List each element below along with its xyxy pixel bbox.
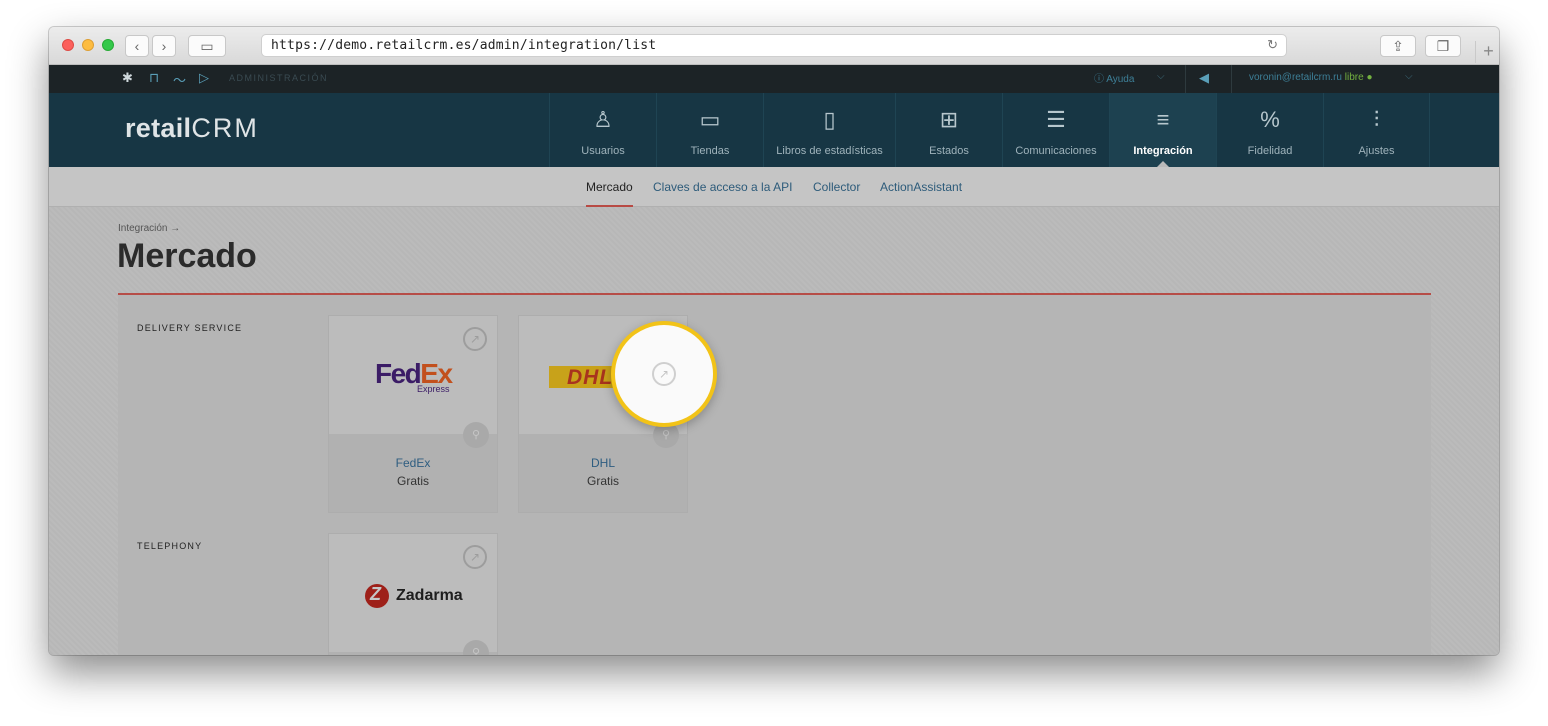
zadarma-logo: Zadarma xyxy=(396,587,463,604)
nav-item-estados[interactable]: ⊞ Estados xyxy=(895,93,1002,167)
fedex-logo-fed: Fed xyxy=(375,358,422,389)
play-icon[interactable]: ▷ xyxy=(199,70,209,86)
plan-label: libre xyxy=(1344,72,1364,83)
subnav-tab-collector[interactable]: Collector xyxy=(813,180,860,194)
close-window-button[interactable] xyxy=(62,39,74,51)
card-name[interactable]: DHL xyxy=(519,456,687,470)
integration-icon: ≡ xyxy=(1156,107,1170,132)
chevron-down-icon[interactable]: ⌵ xyxy=(1405,71,1413,82)
url-text: https://demo.retailcrm.es/admin/integrat… xyxy=(271,38,657,53)
nav-item-label: Tiendas xyxy=(690,145,730,157)
nav-item-usuarios[interactable]: ♙ Usuarios xyxy=(549,93,656,167)
main-nav: retailCRM ♙ Usuarios ▭ Tiendas ▯ Libros … xyxy=(49,93,1499,167)
zadarma-logo-icon: Z xyxy=(370,584,381,604)
dhl-logo: DHL xyxy=(567,366,614,389)
help-link[interactable]: ⓘ Ayuda xyxy=(1094,70,1134,85)
gear-icon[interactable]: ✱ xyxy=(122,70,133,86)
nav-item-label: Fidelidad xyxy=(1247,145,1293,157)
logo-retail: retail xyxy=(125,113,192,143)
nav-item-fidelidad[interactable]: % Fidelidad xyxy=(1216,93,1323,167)
page-content: Integración → Mercado DELIVERY SERVICE T… xyxy=(49,207,1499,655)
forward-button[interactable]: › xyxy=(152,35,176,57)
browser-window: ‹ › ▭ https://demo.retailcrm.es/admin/in… xyxy=(49,27,1499,655)
page-title: Mercado xyxy=(117,237,257,275)
fedex-logo-sub: Express xyxy=(417,384,450,394)
communications-icon: ☰ xyxy=(1046,107,1066,132)
retailcrm-logo[interactable]: retailCRM xyxy=(125,113,259,144)
share-icon[interactable]: ⇪ xyxy=(1380,35,1416,57)
store-icon: ▭ xyxy=(699,107,721,132)
breadcrumb[interactable]: Integración → xyxy=(118,223,180,234)
nav-item-label: Comunicaciones xyxy=(1015,145,1097,157)
nav-item-ajustes[interactable]: ⫶ Ajustes xyxy=(1323,93,1430,167)
section-label-delivery: DELIVERY SERVICE xyxy=(137,323,243,333)
marketplace-panel xyxy=(118,295,1431,655)
nav-item-tiendas[interactable]: ▭ Tiendas xyxy=(656,93,763,167)
sidebar-toggle-button[interactable]: ▭ xyxy=(188,35,226,57)
subnav-tab-actionassistant[interactable]: ActionAssistant xyxy=(880,180,962,194)
external-link-icon[interactable]: ↗ xyxy=(652,362,676,386)
nav-item-label: Libros de estadísticas xyxy=(776,145,883,157)
section-label-telephony: TELEPHONY xyxy=(137,541,203,551)
nav-item-integracion[interactable]: ≡ Integración xyxy=(1109,93,1216,167)
integration-card-zadarma[interactable]: Z Zadarma ↗ ⚲ xyxy=(328,533,498,655)
zoom-window-button[interactable] xyxy=(102,39,114,51)
chevron-down-icon[interactable]: ⌵ xyxy=(1157,71,1165,82)
card-logo-area: FedEx Express ↗ xyxy=(329,316,497,434)
megaphone-icon[interactable]: ◀ xyxy=(1199,70,1209,86)
cart-icon[interactable]: ⊓ xyxy=(149,70,159,86)
address-bar[interactable]: https://demo.retailcrm.es/admin/integrat… xyxy=(261,34,1287,57)
user-menu[interactable]: voronin@retailcrm.ru libre ● xyxy=(1249,72,1372,83)
new-tab-button[interactable]: + xyxy=(1475,41,1499,63)
divider xyxy=(1231,65,1232,93)
external-link-icon[interactable]: ↗ xyxy=(463,327,487,351)
minimize-window-button[interactable] xyxy=(82,39,94,51)
tabs-overview-icon[interactable]: ❐ xyxy=(1425,35,1461,57)
nav-item-label: Integración xyxy=(1133,145,1193,157)
help-icon: ⓘ xyxy=(1094,74,1104,85)
settings-sliders-icon: ⫶ xyxy=(1373,107,1380,132)
top-bar: ✱ ⊓ 〜 ▷ ADMINISTRACIÓN ⓘ Ayuda ⌵ ◀ voron… xyxy=(49,65,1499,93)
subnav-tab-mercado[interactable]: Mercado xyxy=(586,180,633,194)
user-icon: ♙ xyxy=(593,107,613,132)
nav-item-label: Usuarios xyxy=(581,145,625,157)
logo-crm: CRM xyxy=(191,113,259,143)
integration-card-fedex[interactable]: FedEx Express ↗ ⚲ FedEx Gratis xyxy=(328,315,498,513)
card-logo-area: Z Zadarma ↗ xyxy=(329,534,497,652)
nav-item-comunicaciones[interactable]: ☰ Comunicaciones xyxy=(1002,93,1109,167)
card-price: Gratis xyxy=(586,474,619,488)
help-label: Ayuda xyxy=(1106,74,1135,85)
analytics-icon[interactable]: 〜 xyxy=(173,70,186,89)
user-email: voronin@retailcrm.ru xyxy=(1249,72,1342,83)
reload-icon[interactable]: ↻ xyxy=(1267,37,1278,53)
book-icon: ▯ xyxy=(823,107,836,132)
card-name[interactable]: FedEx xyxy=(329,456,497,470)
nav-item-libros[interactable]: ▯ Libros de estadísticas xyxy=(763,93,895,167)
sub-nav: Mercado Claves de acceso a la API Collec… xyxy=(49,167,1499,207)
section-label: ADMINISTRACIÓN xyxy=(229,73,329,83)
subnav-tab-api-keys[interactable]: Claves de acceso a la API xyxy=(653,180,792,194)
back-button[interactable]: ‹ xyxy=(125,35,149,57)
browser-toolbar: ‹ › ▭ https://demo.retailcrm.es/admin/in… xyxy=(49,27,1499,65)
nav-item-label: Estados xyxy=(929,145,969,157)
nav-item-label: Ajustes xyxy=(1358,145,1395,157)
external-link-icon[interactable]: ↗ xyxy=(463,545,487,569)
states-icon: ⊞ xyxy=(939,107,959,132)
divider xyxy=(1185,65,1186,93)
card-price: Gratis xyxy=(396,474,429,488)
location-pin-icon: ⚲ xyxy=(463,422,489,448)
loyalty-icon: % xyxy=(1260,107,1280,132)
app-viewport: ✱ ⊓ 〜 ▷ ADMINISTRACIÓN ⓘ Ayuda ⌵ ◀ voron… xyxy=(49,65,1499,655)
highlight-spotlight: ↗ xyxy=(611,321,717,427)
status-dot-icon: ● xyxy=(1366,72,1373,83)
